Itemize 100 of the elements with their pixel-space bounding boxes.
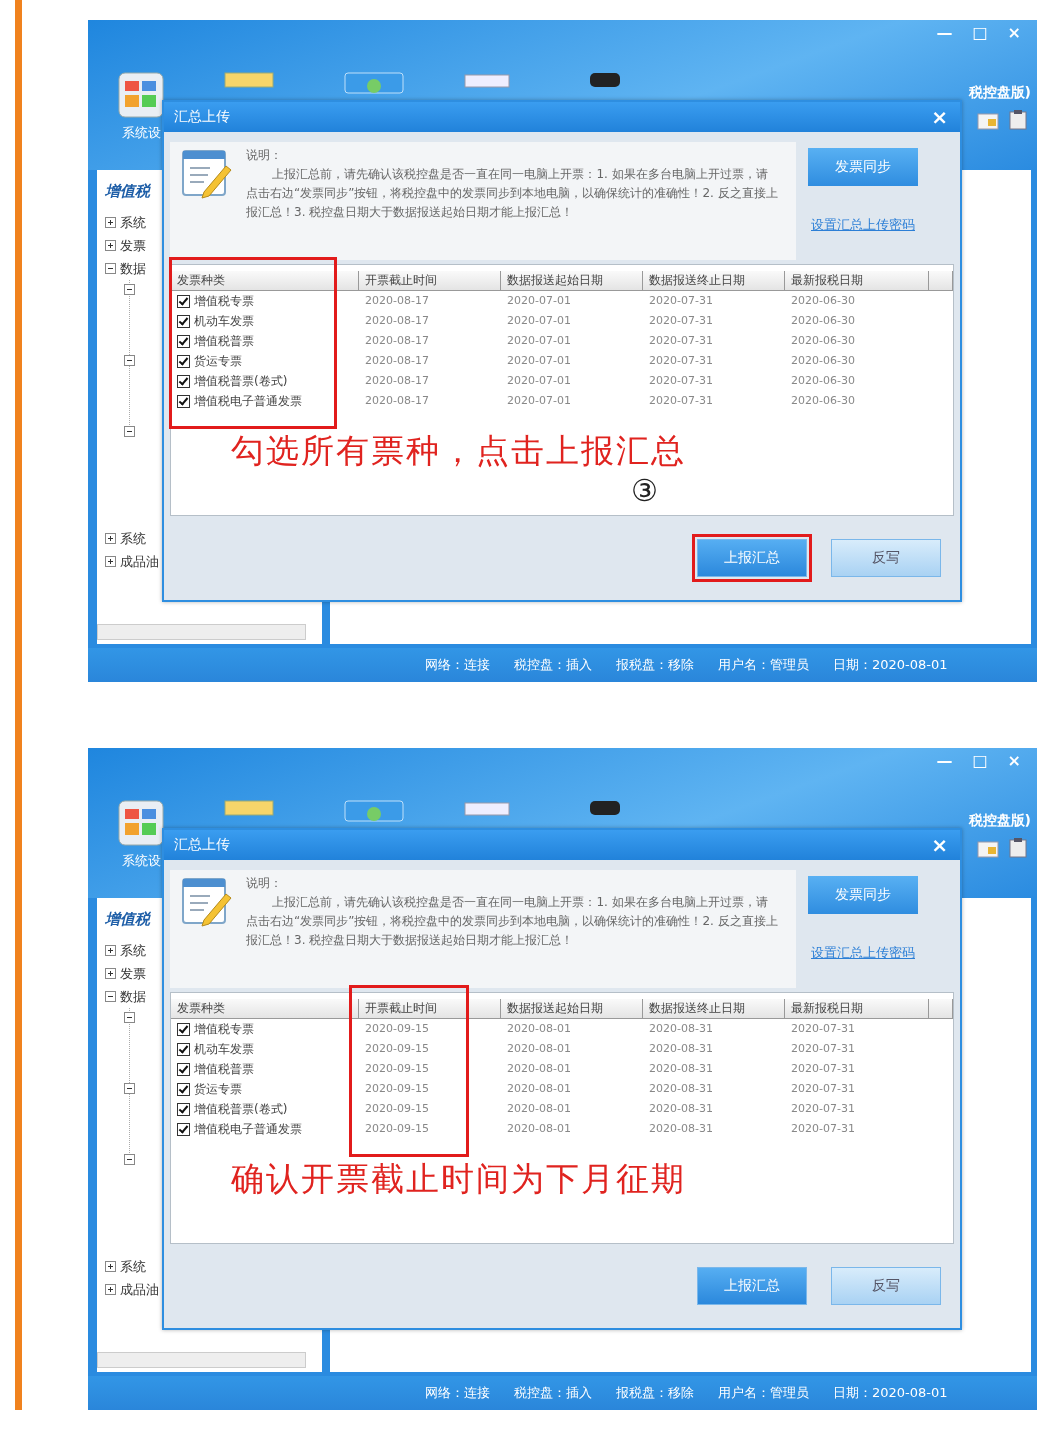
password-link[interactable]: 设置汇总上传密码 — [811, 944, 915, 962]
annotation-text: 勾选所有票种，点击上报汇总 — [231, 430, 687, 472]
tree-item[interactable]: 系统 — [120, 529, 146, 548]
checkbox[interactable] — [177, 1102, 190, 1116]
checkbox[interactable] — [177, 1042, 190, 1056]
table-cell-text: 2020-09-15 — [364, 1021, 430, 1037]
action-button[interactable]: 上报汇总 — [697, 1267, 807, 1305]
table-cell-text: 增值税普票(卷式) — [194, 373, 288, 390]
table-cell-text: 货运专票 — [194, 1081, 242, 1098]
status-item: 税控盘：插入 — [514, 656, 592, 674]
dialog-title: 汇总上传 — [174, 108, 230, 126]
table-cell-text: 2020-06-30 — [790, 353, 856, 369]
expand-icon[interactable] — [105, 240, 116, 251]
window-control[interactable]: × — [1007, 751, 1021, 770]
collapse-icon[interactable] — [105, 991, 116, 1002]
app-tile-icon[interactable] — [118, 800, 164, 846]
table-cell-text: 增值税电子普通发票 — [194, 393, 302, 410]
expand-icon[interactable] — [105, 556, 116, 567]
tree-item[interactable]: 成品油 — [120, 552, 159, 571]
step-number: ③ — [631, 474, 661, 508]
checkbox[interactable] — [177, 314, 190, 328]
table-cell-text: 增值税专票 — [194, 1021, 254, 1038]
tree-item[interactable]: 发票 — [120, 964, 146, 983]
action-button[interactable]: 上报汇总 — [697, 539, 807, 577]
expand-icon[interactable] — [105, 217, 116, 228]
expand-icon[interactable] — [105, 968, 116, 979]
window-control[interactable]: — — [936, 23, 953, 42]
close-button[interactable]: × — [927, 105, 952, 129]
collapse-icon[interactable] — [124, 284, 135, 295]
window-control[interactable]: × — [1007, 23, 1021, 42]
tree-item[interactable]: 系统 — [120, 1257, 146, 1276]
action-button[interactable]: 反写 — [831, 1267, 941, 1305]
sync-button[interactable]: 发票同步 — [808, 148, 918, 186]
table-cell-text: 2020-08-31 — [648, 1121, 714, 1137]
checkbox[interactable] — [177, 334, 190, 348]
table-cell-text: 机动车发票 — [194, 1041, 254, 1058]
table-cell-text: 机动车发票 — [194, 313, 254, 330]
window-control[interactable]: □ — [972, 751, 988, 770]
status-item: 税控盘：插入 — [514, 1384, 592, 1402]
collapse-icon[interactable] — [124, 355, 135, 366]
scrollbar[interactable] — [97, 1352, 306, 1368]
password-link[interactable]: 设置汇总上传密码 — [811, 216, 915, 234]
tree-item[interactable]: 成品油 — [120, 1280, 159, 1299]
toolbar-label[interactable]: 系统设 — [121, 852, 161, 870]
checkbox[interactable] — [177, 1022, 190, 1036]
collapse-icon[interactable] — [105, 263, 116, 274]
checkbox[interactable] — [177, 374, 190, 388]
sync-button[interactable]: 发票同步 — [808, 876, 918, 914]
collapse-icon[interactable] — [124, 1012, 135, 1023]
annotation-text: 确认开票截止时间为下月征期 — [231, 1158, 687, 1200]
column-header: 发票种类 — [171, 271, 359, 291]
table-cell-text: 2020-08-01 — [506, 1061, 572, 1077]
table-cell-text: 2020-09-15 — [364, 1081, 430, 1097]
status-item: 日期：2020-08-01 — [833, 656, 948, 674]
action-button[interactable]: 反写 — [831, 539, 941, 577]
table-cell-text: 2020-08-17 — [364, 353, 430, 369]
collapse-icon[interactable] — [124, 1083, 135, 1094]
checkbox[interactable] — [177, 1062, 190, 1076]
table-cell-text: 2020-07-01 — [506, 373, 572, 389]
expand-icon[interactable] — [105, 1284, 116, 1295]
table-cell-text: 2020-07-31 — [648, 333, 714, 349]
status-item: 用户名：管理员 — [718, 656, 809, 674]
table-cell-text: 2020-07-01 — [506, 293, 572, 309]
expand-icon[interactable] — [105, 1261, 116, 1272]
table-cell-text: 2020-08-31 — [648, 1021, 714, 1037]
table-cell-text: 2020-06-30 — [790, 373, 856, 389]
checkbox[interactable] — [177, 294, 190, 308]
sidebar-title: 增值税 — [105, 182, 150, 201]
tree-item[interactable]: 数据 — [120, 259, 146, 278]
checkbox[interactable] — [177, 1122, 190, 1136]
tree-item[interactable]: 系统 — [120, 941, 146, 960]
checkbox[interactable] — [177, 354, 190, 368]
status-item: 网络：连接 — [425, 1384, 490, 1402]
scrollbar[interactable] — [97, 624, 306, 640]
table-cell-text: 货运专票 — [194, 353, 242, 370]
expand-icon[interactable] — [105, 945, 116, 956]
window-control[interactable]: □ — [972, 23, 988, 42]
status-item: 网络：连接 — [425, 656, 490, 674]
collapse-icon[interactable] — [124, 1154, 135, 1165]
toolbar-label[interactable]: 系统设 — [121, 124, 161, 142]
checkbox[interactable] — [177, 1082, 190, 1096]
table-cell-text: 2020-07-31 — [790, 1121, 856, 1137]
collapse-icon[interactable] — [124, 426, 135, 437]
clipboard-icon[interactable] — [1009, 110, 1027, 130]
table-cell-text: 2020-07-31 — [648, 293, 714, 309]
close-button[interactable]: × — [927, 833, 952, 857]
status-item: 日期：2020-08-01 — [833, 1384, 948, 1402]
column-header: 发票种类 — [171, 999, 359, 1019]
expand-icon[interactable] — [105, 533, 116, 544]
table-cell-text: 2020-06-30 — [790, 293, 856, 309]
clipboard-icon[interactable] — [1009, 838, 1027, 858]
table-cell-text: 2020-07-31 — [790, 1021, 856, 1037]
window-control[interactable]: — — [936, 751, 953, 770]
note-text: 上报汇总前，请先确认该税控盘是否一直在同一电脑上开票：1. 如果在多台电脑上开过票，请点击右边“发票同步”按钮，将税控盘中的发票同步到本地电脑，以确保统计的准确性！2. 反之直接上报汇总！3. 税控盘日期大于数据报送起始日期才能上报汇总！ — [246, 166, 778, 221]
app-tile-icon[interactable] — [118, 72, 164, 118]
tree-item[interactable]: 发票 — [120, 236, 146, 255]
checkbox[interactable] — [177, 394, 190, 408]
table-cell-text: 2020-07-31 — [648, 353, 714, 369]
tree-item[interactable]: 数据 — [120, 987, 146, 1006]
tree-item[interactable]: 系统 — [120, 213, 146, 232]
